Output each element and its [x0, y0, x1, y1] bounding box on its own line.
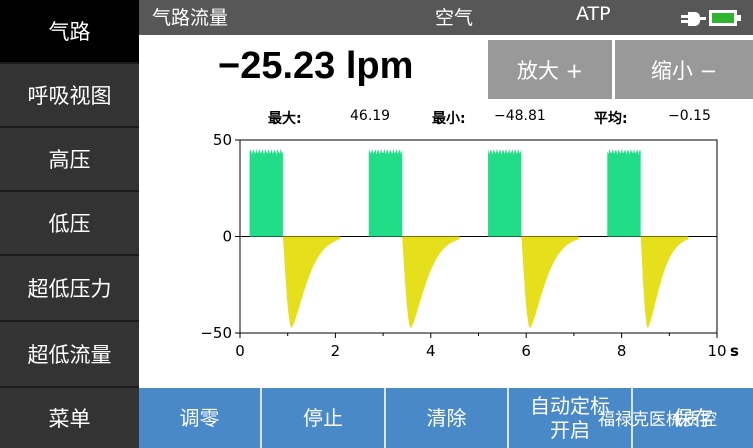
sidebar-item-label: 菜单 — [48, 407, 91, 431]
sidebar-item-low-pressure[interactable]: 低压 — [0, 192, 139, 256]
watermark-text: 福禄克医械质控 — [598, 410, 717, 430]
sidebar-item-menu[interactable]: 菜单 — [0, 388, 139, 448]
exhale-area — [521, 236, 579, 329]
avg-label: 平均: — [594, 111, 628, 127]
inhale-area — [607, 148, 641, 237]
gas-type: 空气 — [435, 7, 474, 29]
flow-readout: −25.23 lpm — [218, 45, 414, 87]
sidebar: 气路 呼吸视图 高压 低压 超低压力 超低流量 菜单 — [0, 0, 139, 448]
min-value: −48.81 — [494, 108, 546, 124]
plug-battery-icon — [681, 10, 741, 26]
x-tick-label: 6 — [521, 342, 531, 360]
stop-button[interactable]: 停止 — [262, 388, 386, 448]
max-value: 46.19 — [350, 108, 391, 124]
sidebar-item-ultra-low-pressure[interactable]: 超低压力 — [0, 256, 139, 322]
sidebar-item-label: 气路 — [48, 20, 91, 44]
sidebar-item-label: 呼吸视图 — [27, 84, 112, 108]
plot-frame — [239, 139, 718, 334]
y-tick-label: 0 — [222, 228, 232, 246]
inhale-area — [488, 148, 522, 237]
sidebar-item-high-pressure[interactable]: 高压 — [0, 128, 139, 192]
x-tick-label: 10 — [707, 342, 726, 360]
exhale-area — [640, 236, 689, 329]
x-tick-label: 0 — [235, 342, 245, 360]
avg-value: −0.15 — [668, 108, 711, 124]
zero-button[interactable]: 调零 — [139, 388, 262, 448]
correction-mode: ATP — [576, 3, 611, 25]
exhale-area — [402, 236, 460, 329]
x-unit-label: s — [730, 342, 739, 360]
x-tick-label: 8 — [617, 342, 627, 360]
zoom-out-button[interactable]: 缩小 − — [615, 40, 753, 99]
y-tick-label: −50 — [200, 324, 232, 342]
min-label: 最小: — [432, 111, 466, 127]
sidebar-item-label: 超低压力 — [27, 277, 112, 301]
max-label: 最大: — [268, 111, 302, 127]
sidebar-item-airflow[interactable]: 气路 — [0, 0, 139, 64]
sidebar-item-label: 低压 — [48, 212, 91, 236]
sidebar-item-breath-view[interactable]: 呼吸视图 — [0, 64, 139, 128]
x-tick-label: 2 — [331, 342, 341, 360]
inhale-area — [249, 148, 283, 237]
x-tick-label: 4 — [426, 342, 436, 360]
sidebar-item-label: 超低流量 — [27, 343, 112, 367]
zoom-in-button[interactable]: 放大 + — [488, 40, 612, 99]
inhale-area — [368, 148, 403, 237]
page-title: 气路流量 — [152, 7, 229, 29]
sidebar-item-label: 高压 — [48, 148, 91, 172]
header-bar: 气路流量 空气 ATP — [139, 0, 753, 35]
sidebar-item-ultra-low-flow[interactable]: 超低流量 — [0, 322, 139, 388]
y-tick-label: 50 — [213, 131, 232, 149]
clear-button[interactable]: 清除 — [386, 388, 509, 448]
exhale-area — [282, 236, 341, 329]
